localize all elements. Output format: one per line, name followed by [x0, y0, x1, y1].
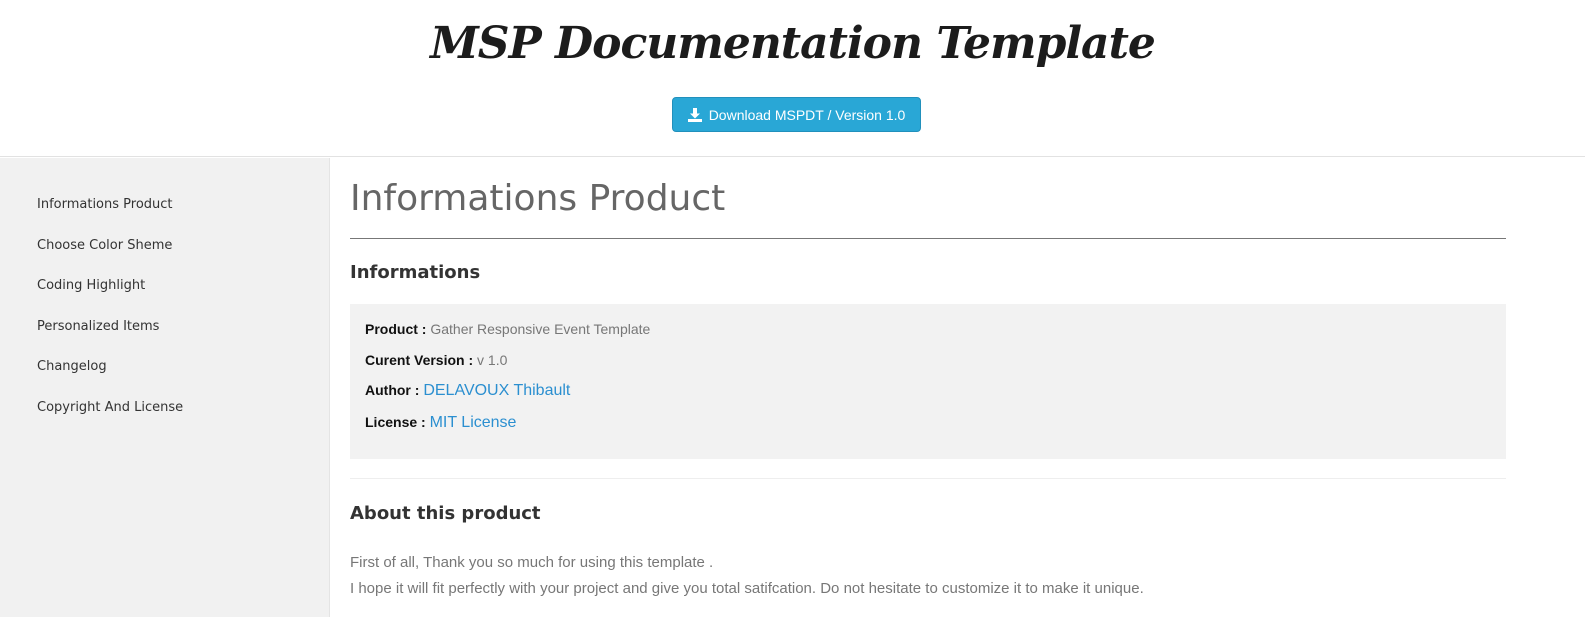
site-title: MSP Documentation Template — [430, 18, 1156, 69]
product-label: Product : — [365, 321, 427, 337]
main-content: Informations Product Informations Produc… — [350, 158, 1506, 617]
author-link[interactable]: DELAVOUX Thibault — [423, 382, 570, 399]
info-row-license: License : MIT License — [365, 414, 516, 432]
download-button-label: Download MSPDT / Version 1.0 — [708, 106, 906, 123]
license-label: License : — [365, 414, 426, 430]
informations-heading: Informations — [350, 262, 481, 283]
title-divider — [350, 238, 1506, 239]
about-heading: About this product — [350, 503, 541, 524]
section-divider — [350, 478, 1506, 479]
product-value: Gather Responsive Event Template — [430, 321, 651, 337]
author-label: Author : — [365, 382, 420, 398]
info-box: Product : Gather Responsive Event Templa… — [350, 304, 1506, 459]
license-link[interactable]: MIT License — [430, 414, 517, 431]
sidebar-item-choose-color-sheme[interactable]: Choose Color Sheme — [37, 238, 172, 253]
about-paragraph-line-2: I hope it will fit perfectly with your p… — [350, 580, 1144, 597]
download-icon — [687, 107, 702, 122]
sidebar-item-personalized-items[interactable]: Personalized Items — [37, 319, 159, 334]
version-value: v 1.0 — [477, 352, 508, 368]
site-header: MSP Documentation Template Download MSPD… — [0, 0, 1585, 157]
sidebar-item-changelog[interactable]: Changelog — [37, 359, 107, 374]
info-row-author: Author : DELAVOUX Thibault — [365, 382, 570, 400]
download-button[interactable]: Download MSPDT / Version 1.0 — [672, 97, 921, 132]
info-row-product: Product : Gather Responsive Event Templa… — [365, 321, 650, 337]
version-label: Curent Version : — [365, 352, 474, 368]
info-row-version: Curent Version : v 1.0 — [365, 352, 507, 368]
about-paragraph-line-1: First of all, Thank you so much for usin… — [350, 554, 714, 571]
sidebar-item-copyright-and-license[interactable]: Copyright And License — [37, 400, 183, 415]
sidebar: Informations Product Choose Color Sheme … — [0, 158, 330, 617]
sidebar-item-coding-highlight[interactable]: Coding Highlight — [37, 278, 145, 293]
sidebar-item-informations-product[interactable]: Informations Product — [37, 197, 173, 212]
page-title: Informations Product — [350, 178, 726, 219]
